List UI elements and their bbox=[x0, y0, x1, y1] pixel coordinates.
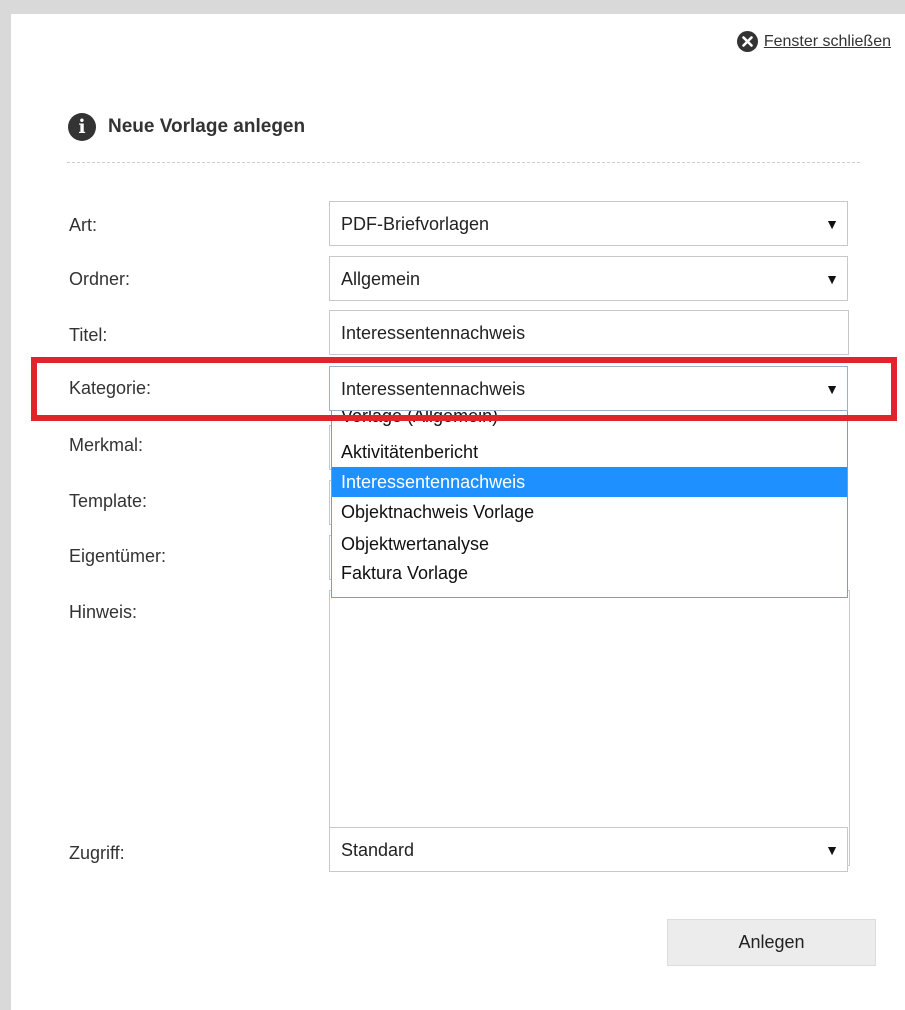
close-window-link[interactable]: Fenster schließen bbox=[736, 31, 891, 52]
dialog-title: Neue Vorlage anlegen bbox=[108, 116, 306, 137]
kategorie-option[interactable]: Faktura Vorlage bbox=[332, 560, 847, 590]
zugriff-label: Zugriff: bbox=[69, 843, 125, 863]
kategorie-dropdown-list: Vorlage (Allgemein) Aktivitätenbericht I… bbox=[331, 411, 848, 598]
ordner-label: Ordner: bbox=[69, 269, 131, 289]
header-divider bbox=[67, 162, 860, 163]
titel-input-value: Interessentennachweis bbox=[341, 323, 526, 343]
kategorie-label: Kategorie: bbox=[69, 378, 152, 398]
kategorie-option[interactable]: Vorlage (Allgemein) bbox=[332, 411, 847, 437]
kategorie-option-selected[interactable]: Interessentennachweis bbox=[332, 467, 847, 497]
zugriff-select[interactable]: Standard ▼ bbox=[329, 827, 848, 872]
dropdown-arrow-icon: ▼ bbox=[825, 270, 839, 287]
ordner-select-value: Allgemein bbox=[341, 269, 421, 289]
anlegen-button[interactable]: Anlegen bbox=[667, 919, 876, 966]
kategorie-select-value: Interessentennachweis bbox=[341, 379, 526, 399]
ordner-select[interactable]: Allgemein ▼ bbox=[329, 256, 848, 301]
dropdown-arrow-icon: ▼ bbox=[825, 380, 839, 397]
close-circle-icon[interactable] bbox=[736, 31, 758, 52]
art-label: Art: bbox=[69, 215, 98, 235]
template-label: Template: bbox=[69, 491, 148, 511]
zugriff-select-value: Standard bbox=[341, 840, 415, 860]
dropdown-arrow-icon: ▼ bbox=[825, 841, 839, 858]
art-select-value: PDF-Briefvorlagen bbox=[341, 214, 490, 234]
hinweis-label: Hinweis: bbox=[69, 602, 138, 622]
kategorie-select[interactable]: Interessentennachweis ▼ bbox=[329, 366, 848, 411]
hinweis-textarea[interactable] bbox=[329, 590, 850, 866]
dropdown-arrow-icon: ▼ bbox=[825, 215, 839, 232]
close-window-label[interactable]: Fenster schließen bbox=[764, 33, 891, 51]
kategorie-option[interactable]: Aktivitätenbericht bbox=[332, 437, 847, 467]
eigentuemer-label: Eigentümer: bbox=[69, 546, 167, 566]
kategorie-option[interactable]: Objektnachweis Vorlage bbox=[332, 497, 847, 528]
dialog-header: i Neue Vorlage anlegen bbox=[68, 113, 305, 141]
window-frame-top bbox=[0, 0, 905, 14]
merkmal-label: Merkmal: bbox=[69, 435, 144, 455]
window-frame-left bbox=[0, 0, 11, 1010]
art-select[interactable]: PDF-Briefvorlagen ▼ bbox=[329, 201, 848, 246]
titel-label: Titel: bbox=[69, 325, 108, 345]
info-icon: i bbox=[68, 113, 96, 141]
kategorie-option[interactable]: Objektwertanalyse bbox=[332, 528, 847, 560]
titel-input[interactable]: Interessentennachweis bbox=[329, 310, 849, 355]
